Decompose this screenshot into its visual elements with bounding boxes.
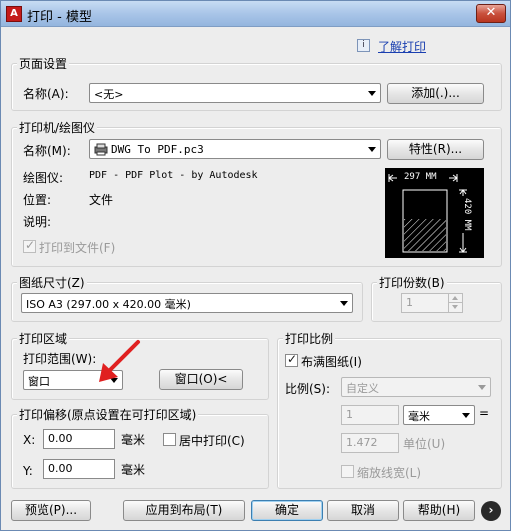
offset-x-value: 0.00 — [48, 432, 73, 445]
scale-unit2-label: 单位(U) — [403, 437, 446, 451]
chevron-down-icon — [340, 301, 348, 306]
location-label: 位置: — [23, 193, 52, 207]
help-button[interactable]: 帮助(H) — [403, 500, 475, 521]
preview-width-label: 297 MM — [402, 172, 439, 182]
offset-x-unit: 毫米 — [121, 433, 146, 447]
paper-size-value: ISO A3 (297.00 x 420.00 毫米) — [26, 298, 191, 311]
printer-title: 打印机/绘图仪 — [17, 119, 98, 136]
paper-preview: 297 MM 420 MM — [385, 168, 484, 258]
scale-value: 自定义 — [346, 382, 379, 395]
cancel-button[interactable]: 取消 — [327, 500, 399, 521]
preview-button[interactable]: 预览(P)... — [11, 500, 91, 521]
page-setup-name-label: 名称(A): — [23, 87, 69, 101]
paper-size-select[interactable]: ISO A3 (297.00 x 420.00 毫米) — [21, 293, 353, 313]
scale-label: 比例(S): — [285, 382, 331, 396]
ok-button[interactable]: 确定 — [251, 500, 323, 521]
autocad-app-icon: A — [6, 6, 22, 22]
spinner-down-icon[interactable] — [448, 303, 462, 312]
center-plot-label: 居中打印(C) — [179, 434, 245, 448]
scale-lineweights-checkbox[interactable] — [341, 465, 354, 478]
plot-scale-title: 打印比例 — [283, 330, 336, 347]
page-setup-name-select[interactable]: <无> — [89, 83, 381, 103]
scale-lineweights-label: 缩放线宽(L) — [357, 466, 422, 480]
plot-to-file-label: 打印到文件(F) — [39, 241, 116, 255]
spinner-up-icon[interactable] — [448, 294, 462, 303]
close-button[interactable]: ✕ — [476, 4, 506, 23]
plot-area-title: 打印区域 — [17, 330, 70, 347]
chevron-down-icon — [368, 91, 376, 96]
scale-unit-value: 毫米 — [408, 410, 430, 423]
scale-equals: = — [479, 406, 490, 420]
printer-properties-button[interactable]: 特性(R)... — [387, 139, 484, 160]
learn-plotting-link[interactable]: 了解打印 — [378, 38, 426, 55]
offset-x-input[interactable]: 0.00 — [43, 429, 115, 449]
window-pick-button[interactable]: 窗口(O)< — [159, 369, 243, 390]
printer-name-value: DWG To PDF.pc3 — [111, 143, 204, 156]
apply-to-layout-button[interactable]: 应用到布局(T) — [123, 500, 245, 521]
printer-name-label: 名称(M): — [23, 144, 71, 158]
scale-value2-input[interactable]: 1.472 — [341, 433, 399, 453]
copies-title: 打印份数(B) — [377, 274, 447, 291]
chevron-down-icon — [368, 147, 376, 152]
window-title: 打印 - 模型 — [27, 10, 92, 25]
scale-value2: 1.472 — [346, 436, 378, 449]
page-setup-title: 页面设置 — [17, 55, 70, 72]
offset-x-label: X: — [23, 433, 36, 447]
plot-to-file-checkbox[interactable] — [23, 238, 36, 253]
chevron-down-icon — [462, 413, 470, 418]
copies-spinner[interactable]: 1 — [401, 293, 463, 313]
red-arrow-annotation — [99, 340, 140, 382]
copies-value: 1 — [406, 296, 413, 309]
scale-unit-select[interactable]: 毫米 — [403, 405, 475, 425]
chevron-down-icon — [478, 385, 486, 390]
fit-to-paper-label: 布满图纸(I) — [301, 355, 362, 369]
offset-y-input[interactable]: 0.00 — [43, 459, 115, 479]
scale-value1: 1 — [346, 408, 353, 421]
preview-height-label: 420 MM — [462, 196, 472, 233]
printer-name-select[interactable]: DWG To PDF.pc3 — [89, 139, 381, 159]
add-page-setup-button[interactable]: 添加(.)... — [387, 83, 484, 104]
info-icon: i — [357, 39, 370, 52]
description-label: 说明: — [23, 215, 52, 229]
plotter-label: 绘图仪: — [23, 171, 64, 185]
location-value: 文件 — [89, 193, 114, 207]
more-options-button[interactable]: › — [481, 501, 501, 521]
offset-y-label: Y: — [23, 464, 33, 478]
plot-what-label: 打印范围(W): — [23, 352, 97, 366]
offset-y-value: 0.00 — [48, 462, 73, 475]
plot-dialog: A 打印 - 模型 ✕ i 了解打印 页面设置 名称(A): <无> 添加(.)… — [0, 0, 511, 531]
center-plot-checkbox[interactable] — [163, 433, 176, 446]
fit-to-paper-checkbox[interactable] — [285, 352, 298, 367]
title-bar[interactable]: A 打印 - 模型 ✕ — [1, 1, 510, 27]
paper-size-title: 图纸尺寸(Z) — [17, 274, 87, 291]
plot-offset-title: 打印偏移(原点设置在可打印区域) — [17, 406, 199, 423]
plotter-value: PDF - PDF Plot - by Autodesk — [89, 170, 258, 181]
plot-what-value: 窗口 — [28, 375, 50, 388]
plotter-icon — [94, 143, 108, 156]
offset-y-unit: 毫米 — [121, 463, 146, 477]
scale-select[interactable]: 自定义 — [341, 377, 491, 397]
scale-value1-input[interactable]: 1 — [341, 405, 399, 425]
page-setup-name-value: <无> — [94, 88, 124, 101]
